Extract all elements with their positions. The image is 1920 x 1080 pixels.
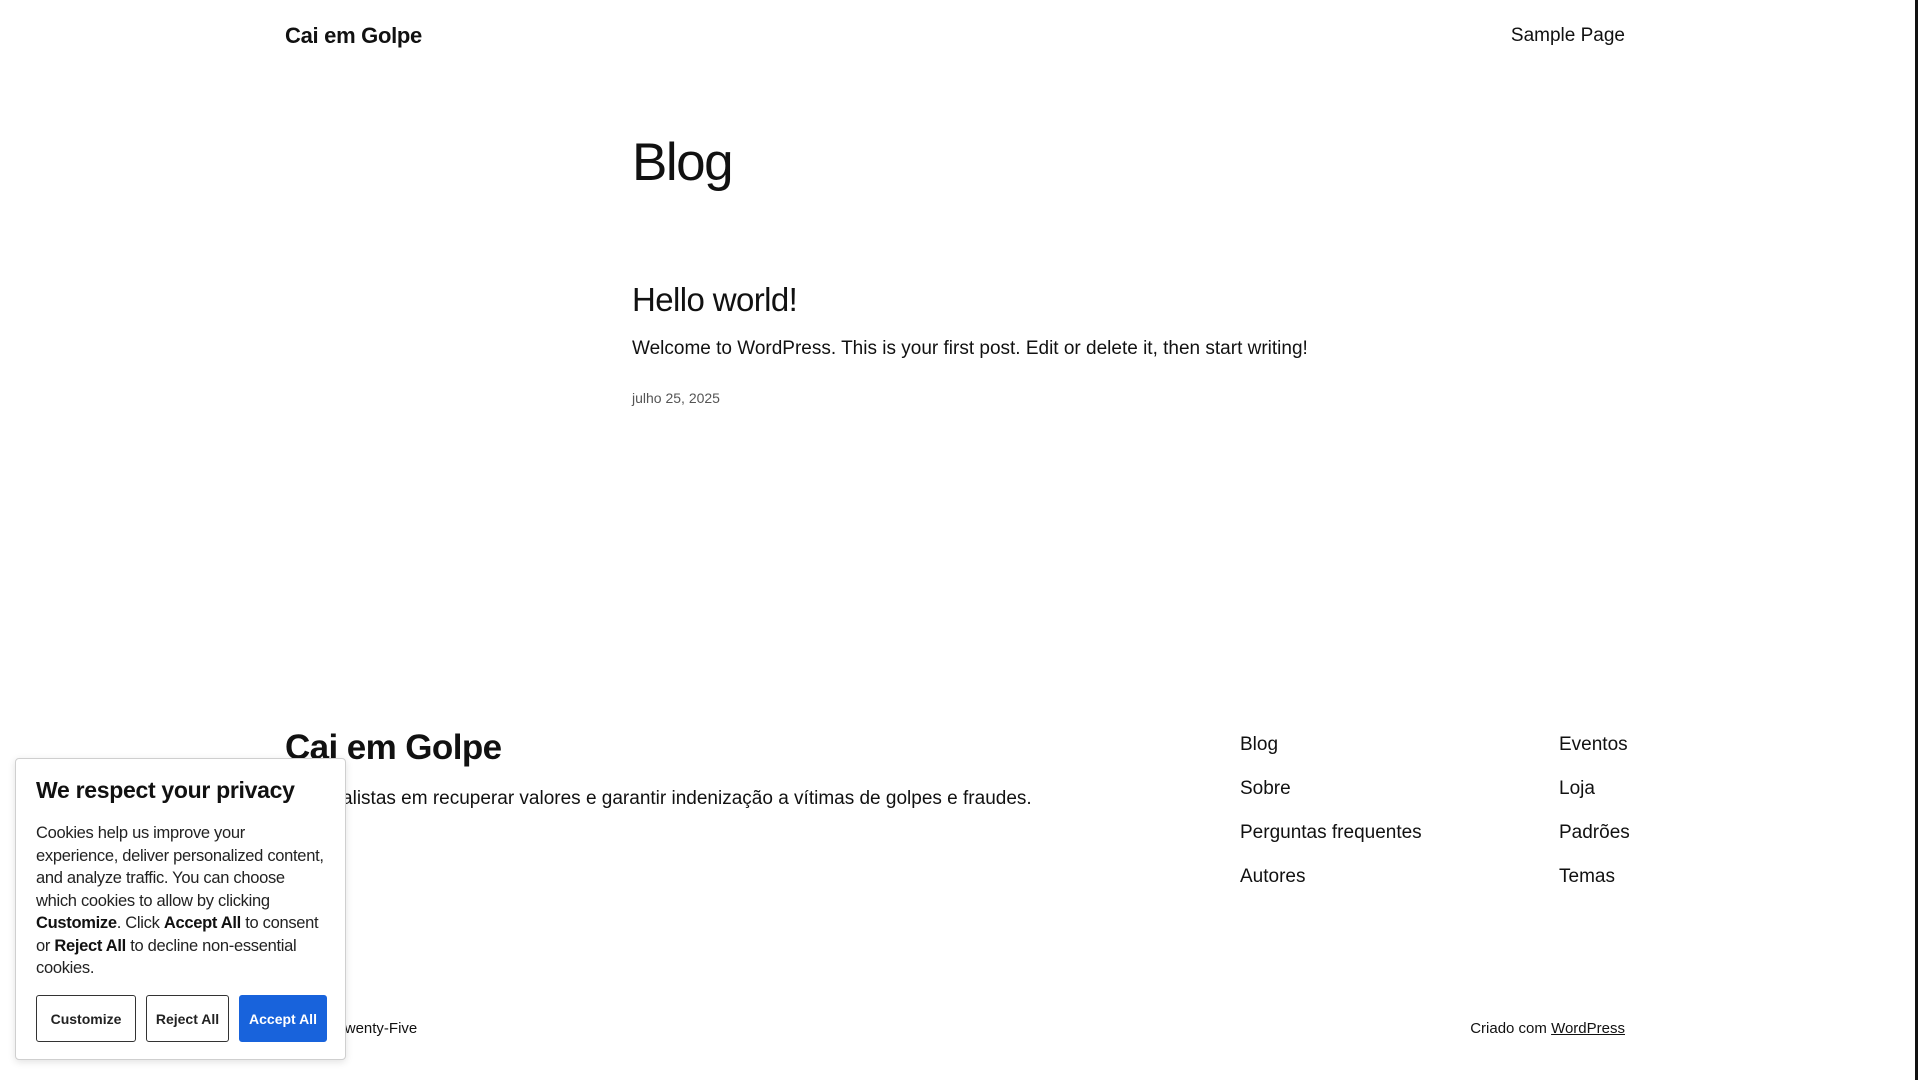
page-title: Blog [632,133,734,192]
footer-link-perguntas-frequentes[interactable]: Perguntas frequentes [1240,821,1422,845]
page: Cai em Golpe Sample Page Blog Hello worl… [0,0,1913,1080]
footer-link-padroes[interactable]: Padrões [1559,821,1630,845]
post-excerpt: Welcome to WordPress. This is your first… [632,337,1308,359]
cookie-text-part1: Cookies help us improve your experience,… [36,824,324,910]
footer-link-sobre[interactable]: Sobre [1240,777,1422,801]
footer-link-autores[interactable]: Autores [1240,865,1422,889]
cookie-text-bold-customize: Customize [36,914,117,932]
footer-link-eventos[interactable]: Eventos [1559,733,1630,757]
cookie-text-part2: . Click [116,914,164,932]
nav-item-sample-page[interactable]: Sample Page [1511,25,1625,46]
powered-by-prefix: Criado com [1470,1020,1547,1037]
powered-by: Criado com WordPress [1470,1020,1625,1037]
cookie-text-bold-accept: Accept All [163,914,241,932]
site-header: Cai em Golpe Sample Page [285,18,1625,54]
footer-nav-col-2: Eventos Loja Padrões Temas [1559,733,1630,889]
window-edge-bar [1915,0,1918,1080]
customize-button[interactable]: Customize [36,995,136,1042]
reject-all-button[interactable]: Reject All [146,995,229,1042]
footer-link-blog[interactable]: Blog [1240,733,1422,757]
cookie-banner-title: We respect your privacy [36,777,295,803]
post-title: Hello world! [632,280,1332,320]
post-date: julho 25, 2025 [632,390,720,407]
cookie-banner-text: Cookies help us improve your experience,… [36,822,325,980]
header-nav: Sample Page [1511,25,1625,47]
cookie-text-bold-reject: Reject All [54,936,126,955]
cookie-banner: We respect your privacy Cookies help us … [15,758,346,1060]
accept-all-button[interactable]: Accept All [239,995,327,1042]
site-title-link[interactable]: Cai em Golpe [285,23,422,49]
footer-link-temas[interactable]: Temas [1559,865,1630,889]
cookie-buttons: Customize Reject All Accept All [36,995,327,1042]
window-edge [1913,0,1920,1080]
footer-description: Especialistas em recuperar valores e gar… [285,788,1032,809]
footer-nav-col-1: Blog Sobre Perguntas frequentes Autores [1240,733,1422,889]
wordpress-link[interactable]: WordPress [1551,1020,1625,1037]
post: Hello world! Welcome to WordPress. This … [632,280,1332,406]
post-title-link[interactable]: Hello world! [632,281,798,318]
footer-link-loja[interactable]: Loja [1559,777,1630,801]
